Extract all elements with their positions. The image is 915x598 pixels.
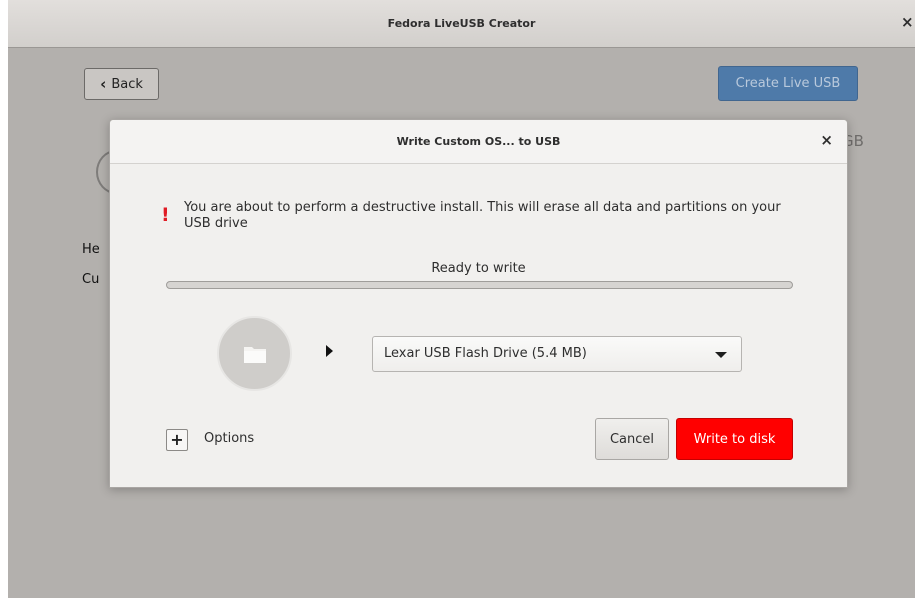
create-live-usb-button[interactable]: Create Live USB bbox=[718, 66, 858, 101]
background-text-fragment: Cu bbox=[82, 272, 100, 287]
play-arrow-icon bbox=[326, 345, 333, 357]
write-dialog: Write Custom OS... to USB × ! You are ab… bbox=[109, 119, 848, 488]
background-text-fragment: He bbox=[82, 242, 100, 257]
chevron-left-icon: ‹ bbox=[100, 75, 107, 93]
chevron-down-icon bbox=[715, 352, 727, 358]
warning-icon: ! bbox=[161, 204, 170, 226]
write-progress-bar bbox=[166, 281, 793, 289]
target-drive-label: Lexar USB Flash Drive (5.4 MB) bbox=[384, 346, 587, 361]
main-titlebar: Fedora LiveUSB Creator × bbox=[8, 0, 915, 48]
window-title: Fedora LiveUSB Creator bbox=[387, 17, 536, 30]
dialog-titlebar: Write Custom OS... to USB × bbox=[110, 120, 847, 164]
options-label[interactable]: Options bbox=[204, 431, 254, 446]
dialog-title: Write Custom OS... to USB bbox=[396, 135, 561, 148]
folder-icon bbox=[243, 346, 266, 363]
back-button[interactable]: ‹ Back bbox=[84, 68, 159, 100]
cancel-button[interactable]: Cancel bbox=[595, 418, 669, 460]
progress-status: Ready to write bbox=[431, 261, 526, 276]
write-to-disk-button[interactable]: Write to disk bbox=[676, 418, 793, 460]
options-expand-button[interactable]: + bbox=[166, 429, 188, 451]
source-image-button[interactable] bbox=[217, 316, 292, 391]
warning-message: You are about to perform a destructive i… bbox=[184, 200, 781, 231]
dialog-close-icon[interactable]: × bbox=[820, 131, 833, 149]
window-close-icon[interactable]: × bbox=[901, 12, 915, 32]
target-drive-dropdown[interactable]: Lexar USB Flash Drive (5.4 MB) bbox=[372, 336, 742, 372]
back-button-label: Back bbox=[111, 76, 143, 92]
app-window: Fedora LiveUSB Creator × ‹ Back Create L… bbox=[8, 0, 915, 598]
